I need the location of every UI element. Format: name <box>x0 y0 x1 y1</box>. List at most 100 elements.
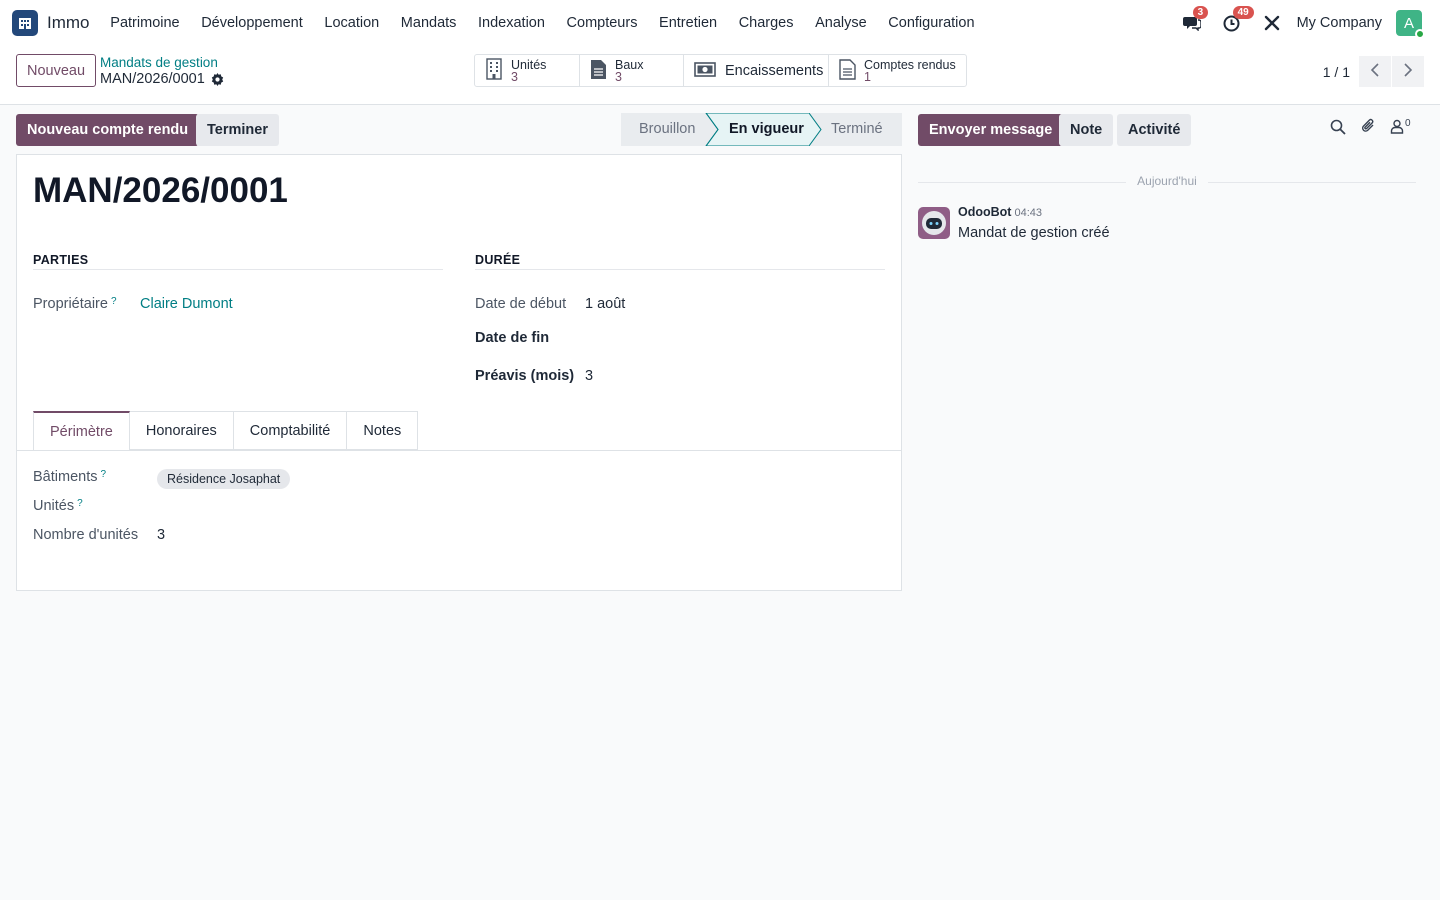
money-icon <box>694 61 716 80</box>
group-duree-divider <box>475 269 885 270</box>
buildings-label: Bâtiments? <box>33 469 106 485</box>
new-report-button[interactable]: Nouveau compte rendu <box>16 114 200 146</box>
smart-comptes-rendus-value: 1 <box>864 69 871 84</box>
app-name[interactable]: Immo <box>47 13 90 33</box>
smart-button-baux[interactable]: Baux 3 <box>580 55 684 86</box>
pager-previous-button[interactable] <box>1359 56 1391 87</box>
messaging-icon[interactable]: 3 <box>1181 6 1209 34</box>
tools-icon[interactable] <box>1261 12 1283 34</box>
avatar-letter: A <box>1403 14 1414 32</box>
chevron-right-icon <box>1403 63 1413 80</box>
menu-location[interactable]: Location <box>314 15 390 31</box>
systray: 3 49 My Company A <box>1163 0 1425 46</box>
smart-button-unites[interactable]: Unités 3 <box>475 55 580 86</box>
units-label-text: Unités <box>33 498 75 514</box>
units-count-field[interactable]: 3 <box>157 527 165 543</box>
record-title[interactable]: MAN/2026/0001 <box>33 171 288 211</box>
send-message-button[interactable]: Envoyer message <box>918 114 1064 146</box>
user-avatar[interactable]: A <box>1396 10 1425 39</box>
odoobot-avatar[interactable] <box>918 207 950 239</box>
messages-badge: 3 <box>1192 6 1209 19</box>
stage-en-vigueur[interactable]: En vigueur <box>729 121 804 137</box>
tab-honoraires[interactable]: Honoraires <box>129 411 234 450</box>
building-tag[interactable]: Résidence Josaphat <box>157 469 291 489</box>
pager-next-button[interactable] <box>1392 56 1424 87</box>
smart-encaissements-label: Encaissements <box>725 62 824 79</box>
smart-button-comptes-rendus[interactable]: Comptes rendus 1 <box>829 55 966 86</box>
online-status-dot <box>1415 29 1425 39</box>
message-author-name[interactable]: OdooBot <box>958 205 1011 219</box>
buildings-help-icon[interactable]: ? <box>100 469 106 480</box>
menu-patrimoine[interactable]: Patrimoine <box>100 15 191 31</box>
menu-indexation[interactable]: Indexation <box>467 15 556 31</box>
separator-label: Aujourd'hui <box>1137 174 1197 188</box>
notice-field[interactable]: 3 <box>585 368 593 384</box>
menu-mandats[interactable]: Mandats <box>390 15 467 31</box>
notebook-tabs: Périmètre Honoraires Comptabilité Notes <box>33 411 419 451</box>
owner-label: Propriétaire? <box>33 296 117 312</box>
smart-unites-value: 3 <box>511 69 518 84</box>
end-date-field[interactable] <box>585 330 885 350</box>
stage-brouillon[interactable]: Brouillon <box>639 121 695 137</box>
report-icon <box>839 58 856 83</box>
new-record-button[interactable]: Nouveau <box>16 54 97 87</box>
breadcrumb-parent-link[interactable]: Mandats de gestion <box>100 55 224 70</box>
menu-configuration[interactable]: Configuration <box>877 15 985 31</box>
status-stages: Brouillon En vigueur Terminé <box>621 113 902 146</box>
end-date-label: Date de fin <box>475 330 550 346</box>
gear-icon[interactable] <box>211 72 224 86</box>
search-icon[interactable] <box>1330 119 1346 135</box>
smart-buttons: Unités 3 Baux 3 Encaissements Comptes rend… <box>474 54 967 87</box>
smart-baux-value: 3 <box>615 69 622 84</box>
app-icon[interactable] <box>12 10 38 36</box>
message-body: Mandat de gestion créé <box>958 225 1110 241</box>
schedule-activity-button[interactable]: Activité <box>1117 114 1192 146</box>
tab-perimetre[interactable]: Périmètre <box>33 411 130 451</box>
stage-termine[interactable]: Terminé <box>831 121 883 137</box>
tab-comptabilite[interactable]: Comptabilité <box>233 411 348 450</box>
control-panel: Nouveau Mandats de gestion MAN/2026/0001… <box>0 46 1440 105</box>
units-help-icon[interactable]: ? <box>77 498 83 509</box>
pager-value[interactable]: 1 / 1 <box>1323 64 1350 80</box>
log-note-button[interactable]: Note <box>1059 114 1114 146</box>
tab-notes[interactable]: Notes <box>347 411 419 450</box>
group-parties-divider <box>33 269 443 270</box>
top-navbar: Immo Patrimoine Développement Location M… <box>0 0 1440 46</box>
smart-comptes-rendus-label: Comptes rendus <box>864 57 956 72</box>
pager: 1 / 1 <box>1323 56 1424 87</box>
document-icon <box>590 59 607 83</box>
date-separator: Aujourd'hui <box>918 173 1416 191</box>
building-icon <box>485 58 503 83</box>
group-duree-title: DURÉE <box>475 253 521 267</box>
tabs-divider <box>17 450 901 451</box>
breadcrumb: Mandats de gestion MAN/2026/0001 <box>100 55 224 87</box>
menu-developpement[interactable]: Développement <box>190 15 313 31</box>
activity-clock-icon[interactable]: 49 <box>1221 6 1254 34</box>
chatter-toolbar: 0 <box>1330 118 1411 135</box>
owner-field[interactable]: Claire Dumont <box>140 296 233 312</box>
form-sheet: MAN/2026/0001 PARTIES Propriétaire? Clai… <box>16 154 902 591</box>
owner-help-icon[interactable]: ? <box>111 296 117 307</box>
smart-button-encaissements[interactable]: Encaissements <box>684 55 829 86</box>
message-author: OdooBot 04:43 <box>958 205 1042 219</box>
menu-charges[interactable]: Charges <box>728 15 804 31</box>
units-label: Unités? <box>33 498 83 514</box>
followers-user-icon[interactable] <box>1390 119 1404 134</box>
menu-analyse[interactable]: Analyse <box>804 15 877 31</box>
group-parties-title: PARTIES <box>33 253 89 267</box>
chevron-left-icon <box>1370 63 1380 80</box>
followers-count: 0 <box>1405 118 1411 129</box>
paperclip-icon[interactable] <box>1360 118 1376 135</box>
company-switcher[interactable]: My Company <box>1297 15 1382 31</box>
buildings-label-text: Bâtiments <box>33 469 98 485</box>
owner-label-text: Propriétaire <box>33 296 108 312</box>
activities-badge: 49 <box>1232 6 1254 19</box>
breadcrumb-current-label: MAN/2026/0001 <box>100 71 205 87</box>
terminate-button[interactable]: Terminer <box>196 114 279 146</box>
menu-entretien[interactable]: Entretien <box>648 15 728 31</box>
breadcrumb-current: MAN/2026/0001 <box>100 71 224 87</box>
menu-compteurs[interactable]: Compteurs <box>556 15 649 31</box>
start-date-field[interactable]: 1 août <box>585 296 625 312</box>
units-count-label: Nombre d'unités <box>33 527 139 543</box>
message-time: 04:43 <box>1014 207 1042 219</box>
